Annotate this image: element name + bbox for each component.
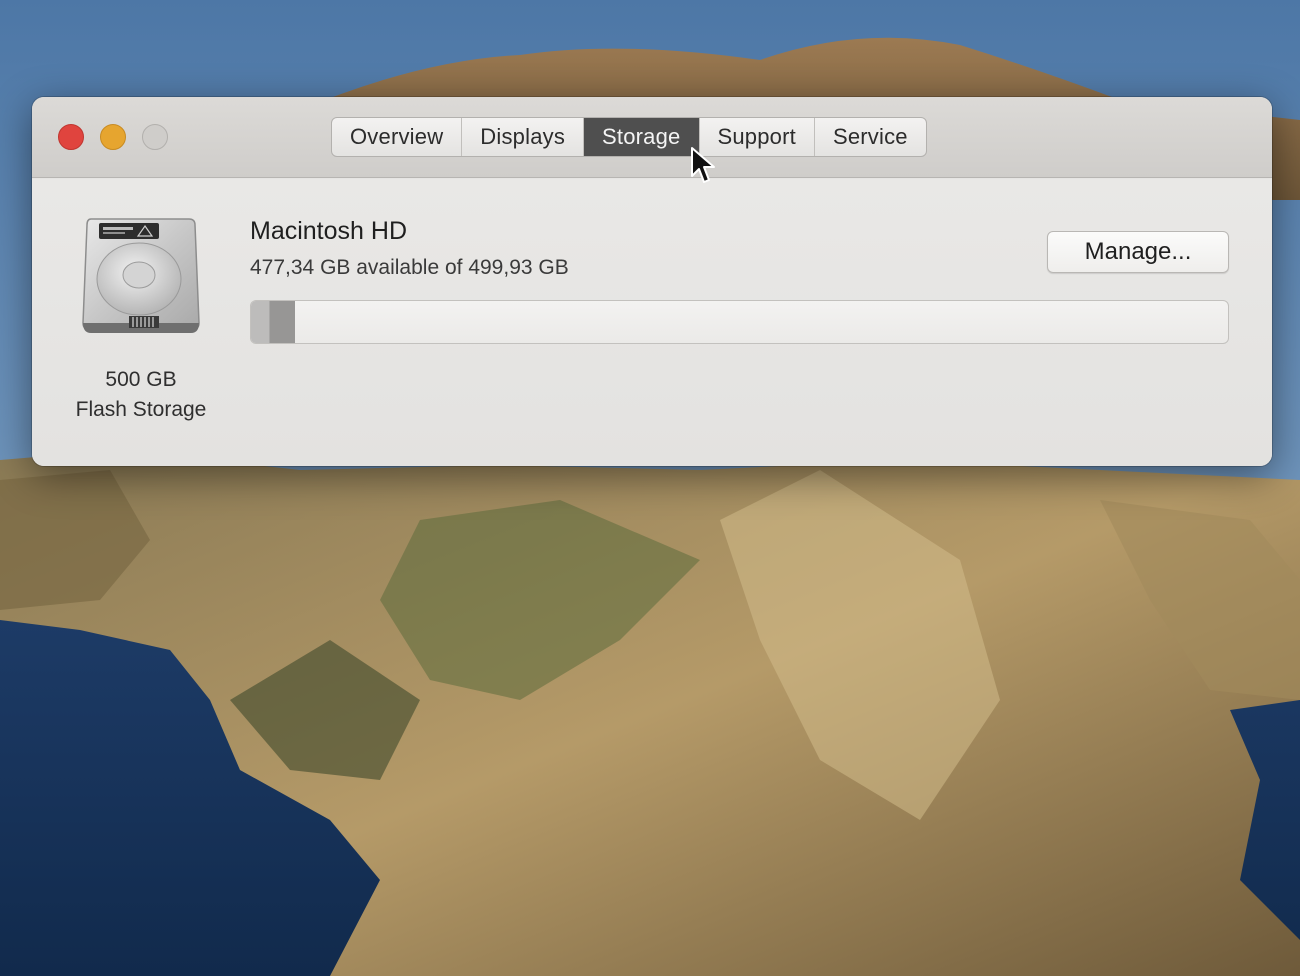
volume-name: Macintosh HD xyxy=(250,217,407,245)
storage-usage-bar xyxy=(250,300,1229,344)
window-titlebar: Overview Displays Storage Support Servic… xyxy=(32,97,1272,178)
manage-button[interactable]: Manage... xyxy=(1047,231,1229,273)
tab-support[interactable]: Support xyxy=(700,118,815,156)
disk-type: Flash Storage xyxy=(75,398,207,421)
close-icon[interactable] xyxy=(58,124,84,150)
tab-bar: Overview Displays Storage Support Servic… xyxy=(331,117,927,157)
disk-caption: 500 GB Flash Storage xyxy=(42,365,240,425)
zoom-icon[interactable] xyxy=(142,124,168,150)
tab-overview[interactable]: Overview xyxy=(332,118,463,156)
mouse-pointer-icon xyxy=(691,147,715,183)
storage-pane: 500 GB Flash Storage Macintosh HD 477,34… xyxy=(32,179,1272,466)
hard-drive-icon xyxy=(79,215,203,343)
storage-segment-other xyxy=(270,301,295,343)
tab-service[interactable]: Service xyxy=(815,118,926,156)
volume-availability: 477,34 GB available of 499,93 GB xyxy=(250,256,569,279)
tab-displays[interactable]: Displays xyxy=(462,118,585,156)
storage-segment-system xyxy=(251,301,270,343)
minimize-icon[interactable] xyxy=(100,124,126,150)
tab-storage[interactable]: Storage xyxy=(584,118,700,156)
storage-used-segment xyxy=(251,301,295,343)
about-this-mac-window: Overview Displays Storage Support Servic… xyxy=(32,97,1272,466)
disk-capacity: 500 GB xyxy=(105,368,177,391)
